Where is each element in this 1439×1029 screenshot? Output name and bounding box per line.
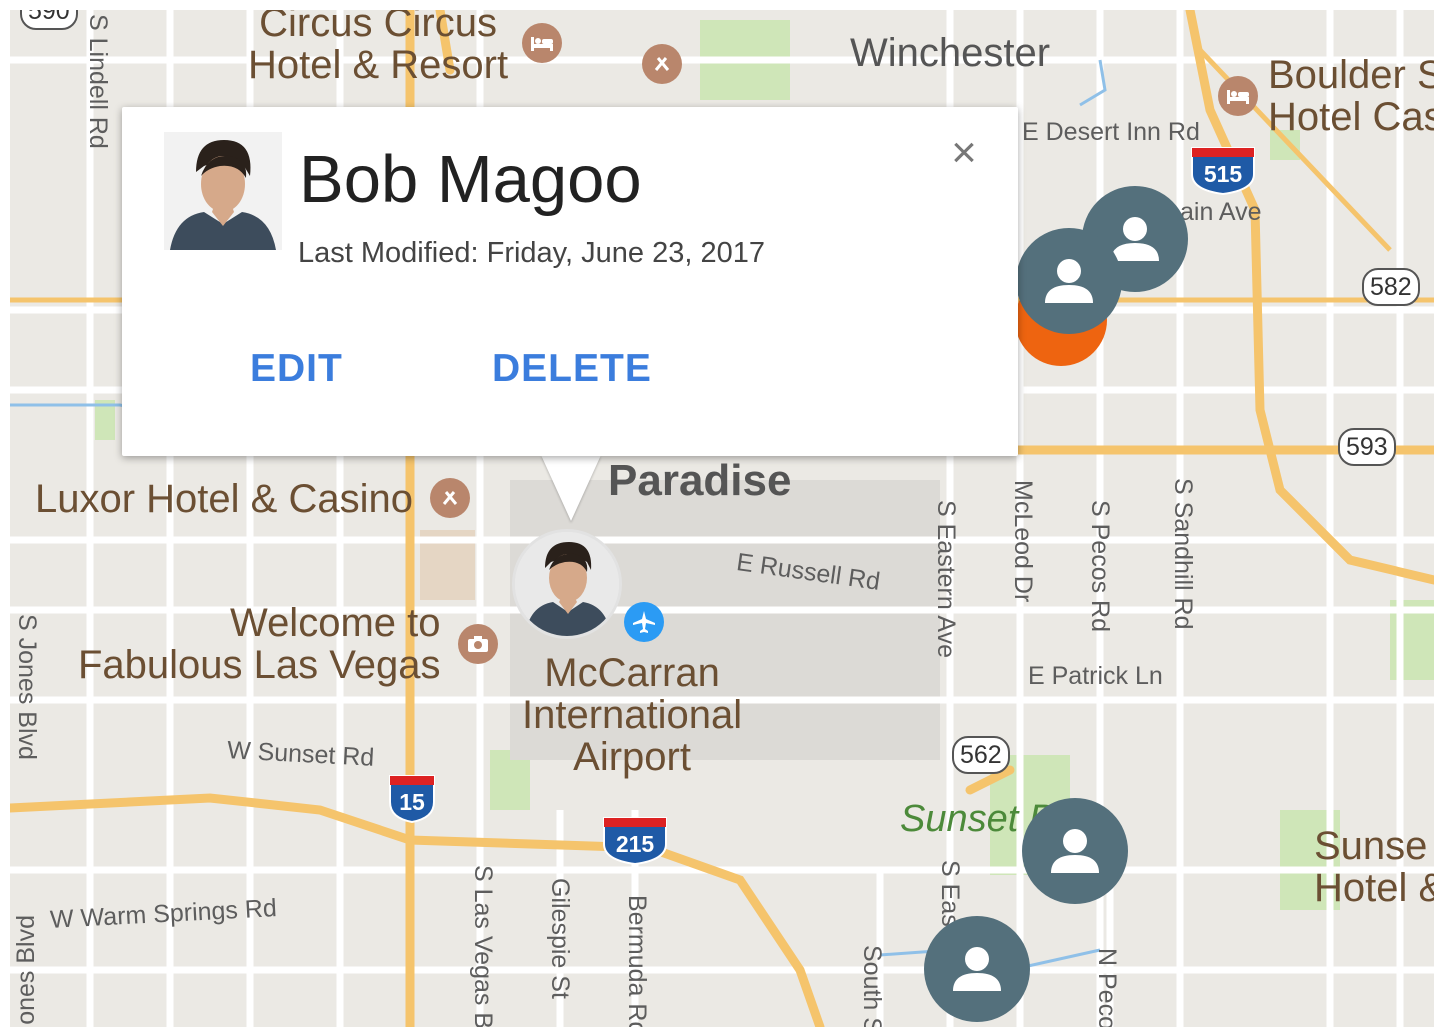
last-modified-text: Last Modified: Friday, June 23, 2017 bbox=[298, 237, 765, 269]
road-label-jones-2: ones Blvd bbox=[12, 915, 40, 1025]
person-icon bbox=[953, 947, 1001, 991]
road-label-patrick: E Patrick Ln bbox=[1028, 662, 1163, 690]
state-route-shield-top-left: 590 bbox=[20, 10, 78, 30]
person-marker[interactable] bbox=[924, 916, 1030, 1022]
food-icon[interactable] bbox=[430, 478, 470, 518]
hotel-icon[interactable] bbox=[522, 23, 562, 63]
person-marker[interactable] bbox=[1016, 228, 1122, 334]
place-label-winchester: Winchester bbox=[850, 31, 1051, 75]
interstate-215-shield: 215 bbox=[603, 817, 667, 866]
road-label-eastern: S Eastern Ave bbox=[932, 500, 960, 658]
avatar bbox=[164, 132, 282, 250]
person-name: Bob Magoo bbox=[299, 142, 642, 217]
place-label-circus-circus: Circus Circus Hotel & Resort bbox=[248, 10, 509, 87]
road-label-south: South S bbox=[858, 945, 886, 1027]
place-label-mccarran: McCarran International Airport bbox=[522, 651, 743, 779]
person-icon bbox=[1051, 829, 1099, 873]
food-icon[interactable] bbox=[642, 44, 682, 84]
person-marker[interactable] bbox=[1022, 798, 1128, 904]
road-label-desert-inn: E Desert Inn Rd bbox=[1022, 118, 1200, 146]
place-label-boulder: Boulder S Hotel Cas bbox=[1268, 53, 1434, 139]
popup-pointer bbox=[541, 455, 601, 521]
camera-icon[interactable] bbox=[458, 624, 498, 664]
place-label-luxor: Luxor Hotel & Casino bbox=[35, 477, 413, 521]
edit-button[interactable]: EDIT bbox=[250, 347, 343, 391]
selected-person-avatar-marker[interactable] bbox=[515, 532, 619, 636]
road-label-sandhill: S Sandhill Rd bbox=[1169, 478, 1197, 630]
shield-label: 15 bbox=[399, 789, 425, 815]
airport-icon[interactable] bbox=[624, 602, 664, 642]
road-label-gilespie: Gilespie St bbox=[546, 878, 574, 999]
shield-label: 215 bbox=[616, 831, 655, 857]
road-label-s-eastern-2: S Eas bbox=[936, 860, 964, 927]
road-label-jones: S Jones Blvd bbox=[13, 614, 41, 760]
road-label-n-pecos: N Peco bbox=[1093, 948, 1121, 1027]
road-label-mcleod: McLeod Dr bbox=[1009, 480, 1037, 603]
delete-button[interactable]: DELETE bbox=[492, 347, 652, 391]
profile-photo bbox=[164, 132, 282, 250]
road-label-las-vegas-blvd: S Las Vegas B bbox=[469, 865, 497, 1027]
road-label-bermuda: Bermuda Rd bbox=[623, 895, 651, 1027]
place-label-sunset-hotel: Sunse Hotel & bbox=[1314, 824, 1434, 910]
close-icon[interactable]: × bbox=[944, 131, 984, 175]
area-label-paradise: Paradise bbox=[608, 456, 792, 505]
road-label-lindell: S Lindell Rd bbox=[84, 14, 112, 149]
place-label-welcome: Welcome to Fabulous Las Vegas bbox=[78, 601, 441, 687]
road-label-pecos: S Pecos Rd bbox=[1086, 500, 1114, 633]
interstate-15-shield: 15 bbox=[389, 775, 435, 824]
shield-label: 515 bbox=[1204, 161, 1243, 187]
hotel-icon[interactable] bbox=[1218, 76, 1258, 116]
road-label-main-ave: ain Ave bbox=[1180, 198, 1262, 226]
person-icon bbox=[1045, 259, 1093, 303]
interstate-515-shield: 515 bbox=[1191, 147, 1255, 196]
state-route-582-shield: 582 bbox=[1362, 268, 1420, 306]
state-route-562-shield: 562 bbox=[952, 736, 1010, 774]
avatar bbox=[515, 532, 619, 636]
state-route-593-shield: 593 bbox=[1338, 428, 1396, 466]
info-window: Bob Magoo Last Modified: Friday, June 23… bbox=[122, 107, 1018, 456]
